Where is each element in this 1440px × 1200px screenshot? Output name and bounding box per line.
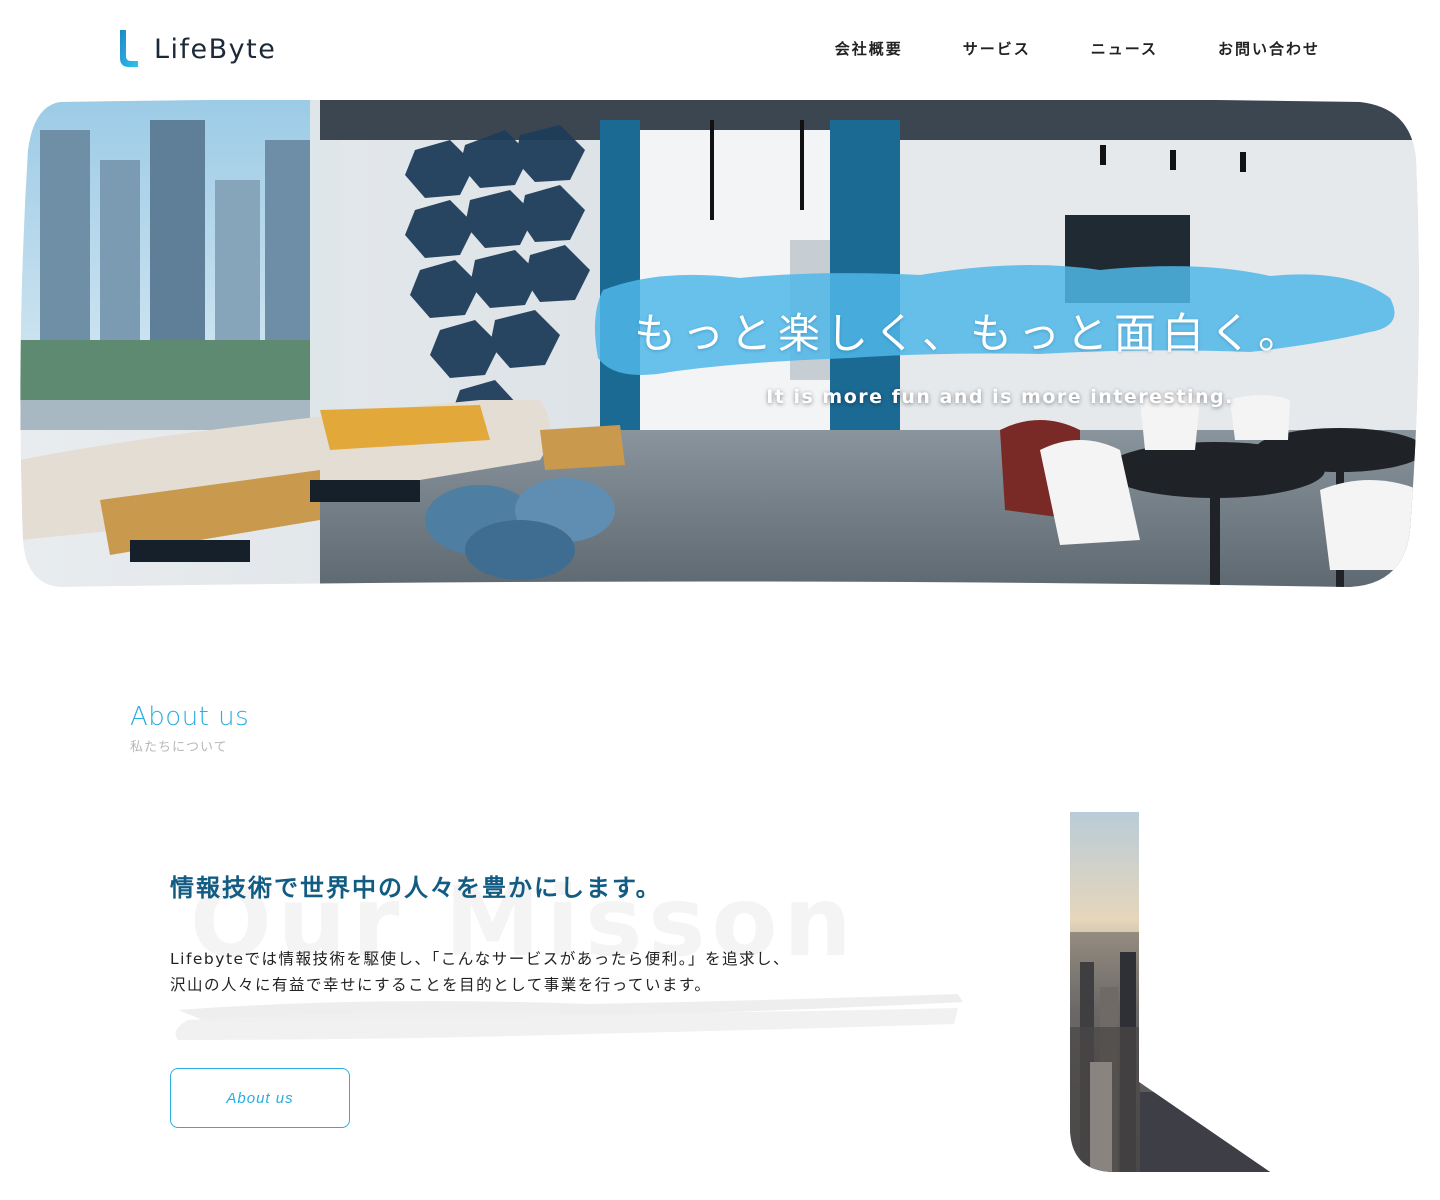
mission-line-2: 沢山の人々に有益で幸せにすることを目的として事業を行っています。: [170, 976, 712, 994]
about-us-button[interactable]: About us: [170, 1068, 350, 1128]
hero-title: もっと楽しく、もっと面白く。: [633, 309, 1306, 358]
l-logo-icon: [120, 30, 138, 67]
nav-item-company[interactable]: 会社概要: [835, 38, 903, 59]
brush-stroke-decoration: [175, 994, 963, 1040]
about-section-heading: About us 私たちについて: [130, 702, 249, 755]
nav-item-news[interactable]: ニュース: [1091, 38, 1158, 59]
logo-text: LifeByte: [154, 33, 277, 65]
mission-description: Lifebyteでは情報技術を駆使し、「こんなサービスがあったら便利。」を追求し…: [170, 946, 890, 998]
mission-title: 情報技術で世界中の人々を豊かにします。: [170, 874, 662, 902]
logo[interactable]: LifeByte: [118, 30, 276, 68]
main-nav: 会社概要 サービス ニュース お問い合わせ: [835, 38, 1320, 59]
about-heading-en: About us: [130, 702, 250, 732]
mission-line-1: Lifebyteでは情報技術を駆使し、「こんなサービスがあったら便利。」を追求し…: [170, 950, 791, 968]
site-header: LifeByte 会社概要 サービス ニュース お問い合わせ: [0, 0, 1440, 100]
hero-subtitle: It is more fun and is more interesting.: [766, 386, 1234, 408]
l-shape-city-image: [1070, 812, 1270, 1172]
about-heading-jp: 私たちについて: [130, 740, 228, 755]
about-us-button-label: About us: [226, 1089, 294, 1107]
nav-item-contact[interactable]: お問い合わせ: [1218, 38, 1320, 59]
nav-item-services[interactable]: サービス: [963, 38, 1031, 59]
hero-banner: もっと楽しく、もっと面白く。 It is more fun and is mor…: [20, 100, 1420, 590]
